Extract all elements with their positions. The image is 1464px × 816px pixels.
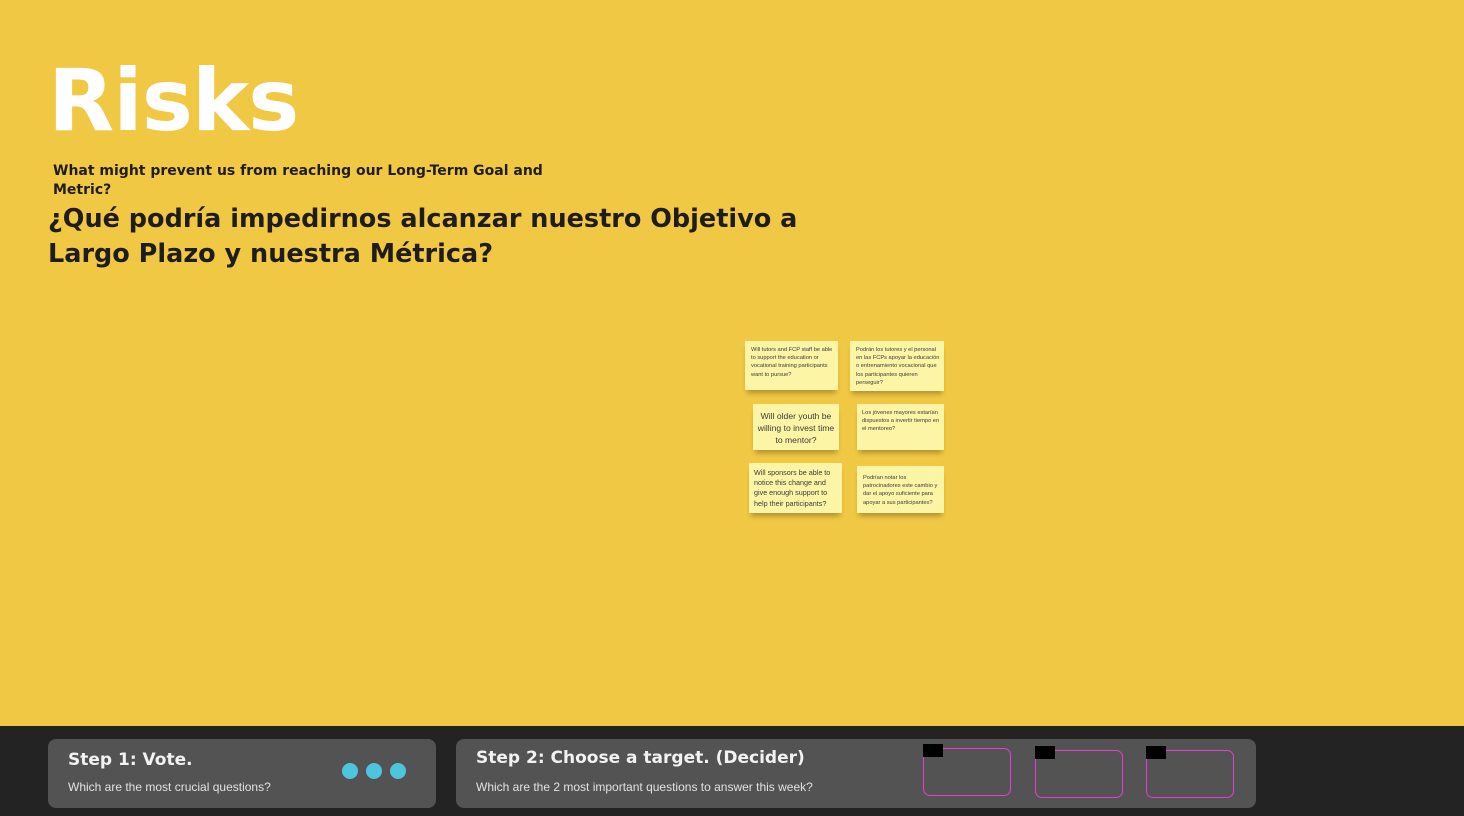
target-marker[interactable] [923,744,943,757]
step-1-description: Which are the most crucial questions? [68,780,271,794]
page-title: Risks [48,51,299,151]
sticky-note[interactable]: Will sponsors be able to notice this cha… [749,463,842,513]
sticky-note[interactable]: Los jóvenes mayores estarían dispuestos … [857,404,944,450]
bottom-toolbar: Step 1: Vote. Which are the most crucial… [0,726,1464,816]
step-2-target-panel: Step 2: Choose a target. (Decider) Which… [456,739,1256,808]
step-1-title: Step 1: Vote. [68,750,193,770]
sticky-note-text: Los jóvenes mayores estarían dispuestos … [862,410,940,433]
sticky-note-text: Podrán los tutores y el personal en las … [856,347,940,386]
vote-dot[interactable] [390,763,406,779]
target-marker[interactable] [1146,746,1166,759]
sticky-note-text: Will sponsors be able to notice this cha… [754,468,831,508]
sticky-note-text: Podrían notar los patrocinadores este ca… [863,475,938,506]
step-1-vote-panel: Step 1: Vote. Which are the most crucial… [48,739,436,808]
sticky-note-text: Will older youth be willing to invest ti… [757,411,835,445]
sticky-note[interactable]: Will older youth be willing to invest ti… [753,404,839,450]
step-2-description: Which are the 2 most important questions… [476,780,813,794]
vote-dot[interactable] [342,763,358,779]
vote-dot[interactable] [366,763,382,779]
sticky-note-text: Will tutors and FCP staff be able to sup… [751,347,833,378]
subtitle-spanish: ¿Qué podría impedirnos alcanzar nuestro … [48,204,798,269]
subtitle-english: What might prevent us from reaching our … [53,163,543,198]
sticky-note[interactable]: Will tutors and FCP staff be able to sup… [745,341,838,390]
step-2-title: Step 2: Choose a target. (Decider) [476,748,805,768]
sticky-note[interactable]: Podrán los tutores y el personal en las … [850,341,944,391]
vote-dots[interactable] [342,763,406,779]
board-canvas: Risks What might prevent us from reachin… [0,0,1464,816]
target-marker[interactable] [1035,746,1055,759]
sticky-note[interactable]: Podrían notar los patrocinadores este ca… [857,466,944,513]
